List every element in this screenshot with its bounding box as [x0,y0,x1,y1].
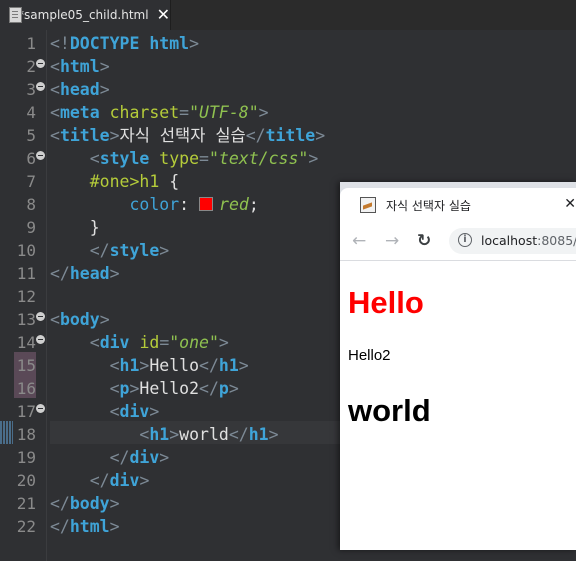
code-line-15: <h1>Hello</h1> [109,356,249,375]
page-viewport: Hello Hello2 world [340,261,576,550]
code-line-17: <div> [109,402,160,421]
editor-tab-sample05-child[interactable]: *sample05_child.html ✕ [0,0,171,30]
editor-tab-label: *sample05_child.html [18,8,149,22]
code-line-10: </style> [89,241,170,260]
color-swatch [199,197,214,211]
page-favicon-icon [360,197,376,213]
browser-tab-bar: 자식 선택자 실습 ✕ [340,182,576,222]
code-line-7: #one>h1 { [89,172,180,191]
forward-arrow-icon[interactable]: → [385,231,399,251]
url-text: localhost:8085/ [481,233,576,248]
line-number: 21 [16,494,36,513]
browser-tab-title: 자식 선택자 실습 [386,198,471,213]
line-number: 10 [16,241,36,260]
line-number: 15 [16,356,36,375]
line-number: 7 [26,172,36,191]
line-number: 4 [26,103,36,122]
line-number: 20 [16,471,36,490]
fold-collapse-icon[interactable] [36,312,45,321]
rendered-heading-hello: Hello [348,285,424,320]
line-number: 9 [26,218,36,237]
code-line-2: <html> [50,57,110,76]
code-line-16: <p>Hello2</p> [109,379,239,398]
line-number: 8 [26,195,36,214]
close-tab-icon[interactable]: ✕ [157,7,170,23]
code-line-4: <meta charset="UTF-8"> [50,103,269,122]
editor-tab-bar: *sample05_child.html ✕ [0,0,576,30]
line-number: 19 [16,448,36,467]
info-icon[interactable]: i [458,233,472,247]
code-line-20: </div> [89,471,150,490]
line-number: 11 [16,264,36,283]
code-line-18: <h1>world</h1> [139,425,279,444]
code-line-3: <head> [50,80,110,99]
reload-icon[interactable]: ↻ [417,231,431,251]
line-number: 3 [26,80,36,99]
html-file-icon [8,7,22,23]
code-line-19: </div> [109,448,170,467]
fold-collapse-icon[interactable] [36,335,45,344]
address-bar[interactable]: i localhost:8085/ [449,228,576,254]
line-number: 16 [16,379,36,398]
code-line-1: <!DOCTYPE html> [50,34,200,53]
line-number: 14 [16,333,36,352]
line-number: 13 [16,310,36,329]
back-arrow-icon[interactable]: ← [352,231,366,251]
code-line-9: } [89,218,100,237]
line-number: 2 [26,57,36,76]
line-number: 22 [16,517,36,536]
code-line-22: </html> [50,517,120,536]
browser-window: 자식 선택자 실습 ✕ ← → ↻ i localhost:8085/ Hell… [340,182,576,550]
fold-collapse-icon[interactable] [36,82,45,91]
fold-collapse-icon[interactable] [36,59,45,68]
code-line-14: <div id="one"> [89,333,229,352]
line-number: 12 [16,287,36,306]
line-number-gutter: 1 2 3 4 5 6 7 8 9 10 11 12 13 14 15 16 1… [0,30,47,561]
fold-collapse-icon[interactable] [36,404,45,413]
fold-collapse-icon[interactable] [36,151,45,160]
code-line-6: <style type="text/css"> [89,149,319,168]
browser-toolbar: ← → ↻ i localhost:8085/ [340,222,576,261]
browser-tab[interactable]: 자식 선택자 실습 ✕ [340,188,576,222]
line-number: 6 [26,149,36,168]
rendered-heading-world: world [348,393,431,428]
code-line-5: <title>자식 선택자 실습</title> [50,126,326,145]
code-line-13: <body> [50,310,110,329]
rendered-paragraph-hello2: Hello2 [348,347,391,364]
code-line-11: </head> [50,264,120,283]
close-tab-icon[interactable]: ✕ [564,196,576,212]
line-number: 1 [26,34,36,53]
line-number: 5 [26,126,36,145]
code-line-8: color: red; [129,195,259,214]
code-line-21: </body> [50,494,120,513]
line-number: 18 [16,425,36,444]
line-number: 17 [16,402,36,421]
